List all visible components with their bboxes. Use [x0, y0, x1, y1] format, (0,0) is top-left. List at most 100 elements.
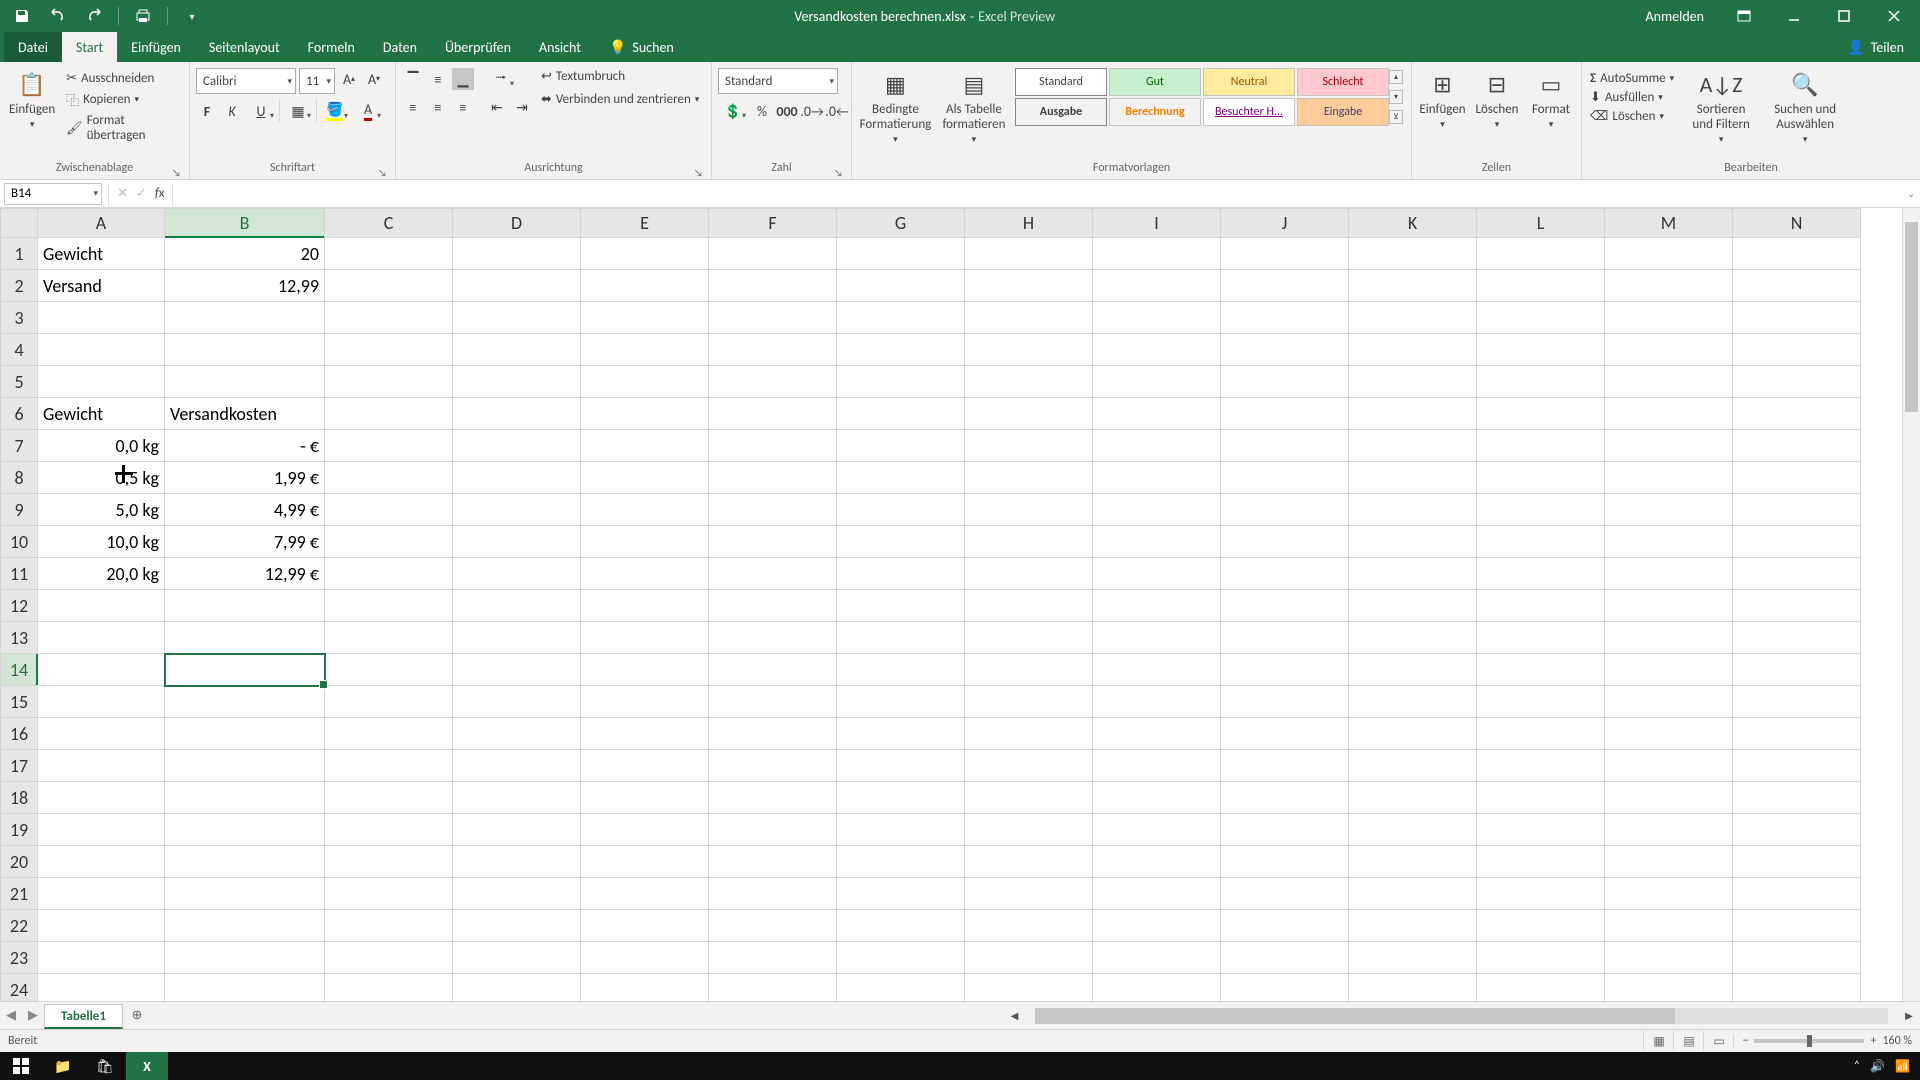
cell[interactable]: [1093, 334, 1221, 366]
cell[interactable]: [837, 686, 965, 718]
cell[interactable]: [1477, 494, 1605, 526]
cell[interactable]: [453, 846, 581, 878]
cell[interactable]: [325, 398, 453, 430]
cell[interactable]: [325, 878, 453, 910]
cell[interactable]: [709, 238, 837, 270]
cell[interactable]: [1733, 878, 1861, 910]
cell[interactable]: [453, 398, 581, 430]
cell[interactable]: [1093, 654, 1221, 686]
style-visited-link[interactable]: Besuchter H...: [1203, 98, 1295, 126]
cell[interactable]: [325, 238, 453, 270]
cell[interactable]: [965, 846, 1093, 878]
insert-cells-button[interactable]: ⊞Einfügen▾: [1418, 66, 1467, 132]
minimize-icon[interactable]: [1780, 2, 1808, 30]
font-color-button[interactable]: A: [353, 100, 383, 122]
worksheet-grid[interactable]: ABCDEFGHIJKLMN1Gewicht202Versand12,99345…: [0, 208, 1920, 1001]
cell[interactable]: 12,99: [165, 270, 325, 302]
cell[interactable]: [325, 430, 453, 462]
cell[interactable]: [1733, 750, 1861, 782]
cell[interactable]: [1349, 558, 1477, 590]
cell[interactable]: [1605, 558, 1733, 590]
start-button[interactable]: [0, 1052, 42, 1080]
cell[interactable]: [38, 366, 165, 398]
cell[interactable]: [38, 942, 165, 974]
cell[interactable]: [709, 366, 837, 398]
formula-input[interactable]: [173, 183, 1902, 205]
new-sheet-icon[interactable]: ⊕: [123, 1002, 151, 1029]
cell[interactable]: [1349, 782, 1477, 814]
cell[interactable]: [837, 750, 965, 782]
cell[interactable]: [709, 974, 837, 1002]
cell[interactable]: [1349, 302, 1477, 334]
cell[interactable]: [837, 558, 965, 590]
cell[interactable]: [1221, 942, 1349, 974]
cell[interactable]: 0,5 kg: [38, 462, 165, 494]
cell[interactable]: [1349, 942, 1477, 974]
cell[interactable]: [453, 942, 581, 974]
cell[interactable]: [1733, 398, 1861, 430]
cell[interactable]: [1477, 590, 1605, 622]
align-center-icon[interactable]: ≡: [427, 96, 449, 118]
save-icon[interactable]: [10, 4, 34, 28]
autosum-button[interactable]: ΣAutoSumme▾: [1588, 70, 1676, 87]
cell[interactable]: [1477, 526, 1605, 558]
cell[interactable]: [965, 590, 1093, 622]
cell[interactable]: [1221, 782, 1349, 814]
cell[interactable]: [325, 366, 453, 398]
cell[interactable]: [1221, 974, 1349, 1002]
tab-insert[interactable]: Einfügen: [117, 32, 195, 62]
row-header[interactable]: 18: [1, 782, 38, 814]
cell[interactable]: [325, 942, 453, 974]
format-as-table-button[interactable]: ▤ Als Tabelle formatieren ▾: [939, 66, 1009, 147]
cell[interactable]: [1093, 974, 1221, 1002]
row-header[interactable]: 6: [1, 398, 38, 430]
orientation-icon[interactable]: ⭬: [486, 68, 516, 90]
cell[interactable]: [165, 686, 325, 718]
cell[interactable]: [1605, 686, 1733, 718]
store-icon[interactable]: 🛍: [84, 1052, 126, 1080]
cell[interactable]: [581, 238, 709, 270]
cell[interactable]: [1477, 654, 1605, 686]
cell[interactable]: [453, 654, 581, 686]
cell[interactable]: Versandkosten: [165, 398, 325, 430]
cell[interactable]: [38, 718, 165, 750]
cell[interactable]: [709, 718, 837, 750]
page-layout-view-icon[interactable]: ▤: [1673, 1031, 1703, 1051]
cell[interactable]: [1349, 334, 1477, 366]
cell[interactable]: [581, 302, 709, 334]
cancel-entry-icon[interactable]: ✕: [117, 186, 128, 201]
cell[interactable]: [1221, 718, 1349, 750]
cell[interactable]: [453, 814, 581, 846]
cell[interactable]: [709, 558, 837, 590]
cell[interactable]: [837, 238, 965, 270]
cell[interactable]: [837, 846, 965, 878]
cell[interactable]: [1221, 558, 1349, 590]
cell[interactable]: [1093, 814, 1221, 846]
accounting-format-icon[interactable]: 💲: [718, 100, 748, 122]
clear-button[interactable]: ⌫Löschen▾: [1588, 108, 1676, 125]
cell[interactable]: [965, 238, 1093, 270]
cell[interactable]: [165, 878, 325, 910]
cell[interactable]: [1221, 622, 1349, 654]
dialog-launcher-icon[interactable]: ↘: [694, 166, 706, 178]
cell[interactable]: [709, 910, 837, 942]
cell[interactable]: [325, 334, 453, 366]
cell[interactable]: [1733, 974, 1861, 1002]
cell[interactable]: [581, 846, 709, 878]
cell[interactable]: [965, 654, 1093, 686]
row-header[interactable]: 15: [1, 686, 38, 718]
cell[interactable]: [837, 526, 965, 558]
cell[interactable]: [165, 846, 325, 878]
cell[interactable]: [453, 462, 581, 494]
cell[interactable]: [1349, 366, 1477, 398]
zoom-in-icon[interactable]: +: [1870, 1034, 1876, 1048]
cell[interactable]: [453, 878, 581, 910]
gallery-down-icon[interactable]: ▾: [1389, 90, 1403, 104]
vertical-scrollbar[interactable]: [1902, 208, 1920, 1001]
cell[interactable]: [1605, 334, 1733, 366]
cell[interactable]: [1605, 878, 1733, 910]
normal-view-icon[interactable]: ▦: [1643, 1031, 1673, 1051]
redo-icon[interactable]: [82, 4, 106, 28]
cell[interactable]: [1605, 526, 1733, 558]
increase-font-icon[interactable]: A▴: [338, 68, 360, 90]
